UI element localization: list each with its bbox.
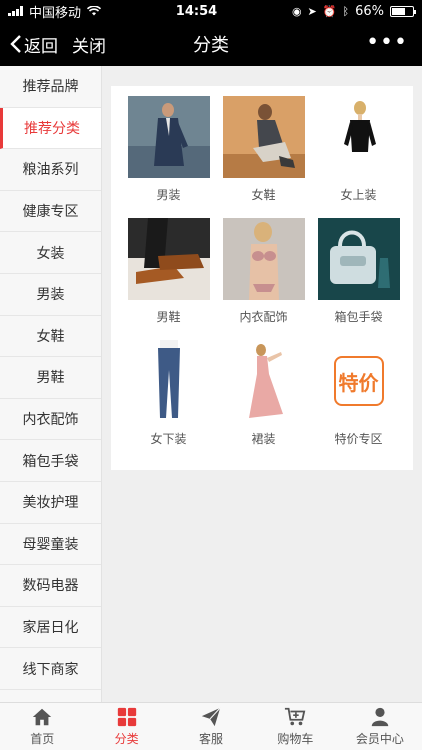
alarm-icon: ⏰ xyxy=(322,4,337,18)
sale-badge-icon: 特价 xyxy=(318,340,400,422)
sidebar-item[interactable]: 女装 xyxy=(0,232,101,274)
womens-tops-image xyxy=(317,96,400,178)
tab-home[interactable]: 首页 xyxy=(0,703,84,750)
sidebar-item[interactable]: 男鞋 xyxy=(0,357,101,399)
tab-label: 首页 xyxy=(30,732,55,746)
grid-icon xyxy=(117,707,136,727)
tab-label: 购物车 xyxy=(277,732,314,746)
category-item-womens-shoes[interactable]: 女鞋 xyxy=(216,96,311,202)
category-item-lingerie[interactable]: 内衣配饰 xyxy=(216,218,311,324)
sidebar-item[interactable]: 男装 xyxy=(0,273,101,316)
category-label: 女上装 xyxy=(340,188,377,202)
signal-icon xyxy=(8,6,23,16)
location-icon: ➤ xyxy=(307,4,317,18)
category-label: 特价专区 xyxy=(334,432,383,446)
clock: 14:54 xyxy=(175,3,218,19)
category-item-dresses[interactable]: 裙装 xyxy=(216,340,311,446)
category-item-bags[interactable]: 箱包手袋 xyxy=(311,218,406,324)
main-content: 男装 女鞋 女上装 男鞋 内衣配饰 箱包手袋 女下装 裙装 特价 特价专区 xyxy=(102,66,422,702)
sidebar-item[interactable]: 粮油系列 xyxy=(0,149,101,191)
battery-icon xyxy=(389,5,416,17)
status-bar: 中国移动 14:54 ◉ ➤ ⏰ ᛒ 66% xyxy=(0,0,422,22)
battery-percent: 66% xyxy=(355,3,384,19)
carrier: 中国移动 xyxy=(29,5,82,21)
sidebar-item[interactable]: 线下商家 xyxy=(0,648,101,690)
close-button[interactable]: 关闭 xyxy=(72,32,106,57)
sidebar-item[interactable]: 推荐品牌 xyxy=(0,66,101,108)
back-label: 返回 xyxy=(24,36,58,57)
sidebar-item[interactable]: 母婴童装 xyxy=(0,523,101,566)
tab-label: 客服 xyxy=(199,732,224,746)
category-label: 内衣配饰 xyxy=(239,310,288,324)
more-options-button[interactable]: ••• xyxy=(366,32,408,54)
tab-label: 分类 xyxy=(114,732,139,746)
category-label: 裙装 xyxy=(251,432,276,446)
lock-rotation-icon: ◉ xyxy=(291,4,302,18)
bags-image xyxy=(317,218,400,300)
category-sidebar: 推荐品牌 推荐分类 粮油系列 健康专区 女装 男装 女鞋 男鞋 内衣配饰 箱包手袋 美妆护理 母婴童装… xyxy=(0,66,102,702)
category-panel: 男装 女鞋 女上装 男鞋 内衣配饰 箱包手袋 女下装 裙装 特价 特价专区 xyxy=(111,86,413,470)
sidebar-item[interactable]: 健康专区 xyxy=(0,190,101,233)
sidebar-item[interactable]: 女鞋 xyxy=(0,315,101,358)
category-item-mens-clothing[interactable]: 男装 xyxy=(121,96,216,202)
category-item-womens-tops[interactable]: 女上装 xyxy=(311,96,406,202)
category-label: 女下装 xyxy=(150,432,187,446)
category-label: 箱包手袋 xyxy=(334,310,383,324)
user-icon xyxy=(371,707,389,727)
womens-shoes-image xyxy=(222,96,305,178)
womens-bottoms-image xyxy=(127,340,210,422)
home-icon xyxy=(33,708,52,726)
chevron-left-icon xyxy=(10,35,21,53)
lingerie-image xyxy=(222,218,305,300)
bluetooth-icon: ᛒ xyxy=(342,4,350,18)
category-item-mens-shoes[interactable]: 男鞋 xyxy=(121,218,216,324)
cart-icon xyxy=(285,707,306,726)
category-label: 男装 xyxy=(156,188,181,202)
tab-service[interactable]: 客服 xyxy=(169,703,253,750)
sidebar-item[interactable]: 数码电器 xyxy=(0,565,101,607)
category-label: 女鞋 xyxy=(251,188,276,202)
sidebar-item[interactable]: 推荐分类 xyxy=(0,107,101,150)
sidebar-item[interactable]: 内衣配饰 xyxy=(0,398,101,441)
tab-member[interactable]: 会员中心 xyxy=(338,703,422,750)
back-button[interactable]: 返回 xyxy=(0,32,58,57)
nav-bar: 返回 关闭 分类 ••• xyxy=(0,22,422,66)
sale-badge-text: 特价 xyxy=(333,356,384,406)
tab-label: 会员中心 xyxy=(355,732,404,746)
sidebar-item[interactable]: 家居日化 xyxy=(0,606,101,649)
mens-shoes-image xyxy=(127,218,210,300)
mens-clothing-image xyxy=(127,96,210,178)
wifi-icon xyxy=(87,6,102,16)
tab-category[interactable]: 分类 xyxy=(84,703,168,750)
category-label: 男鞋 xyxy=(156,310,181,324)
category-item-womens-bottoms[interactable]: 女下装 xyxy=(121,340,216,446)
page-title: 分类 xyxy=(193,35,229,56)
send-icon xyxy=(201,707,221,727)
category-item-sale[interactable]: 特价 特价专区 xyxy=(311,340,406,446)
dresses-image xyxy=(222,340,305,422)
sidebar-item[interactable]: 箱包手袋 xyxy=(0,440,101,482)
tab-cart[interactable]: 购物车 xyxy=(253,703,337,750)
sidebar-item[interactable]: 美妆护理 xyxy=(0,481,101,524)
bottom-tab-bar: 首页 分类 客服 购物车 会员中心 xyxy=(0,702,422,750)
